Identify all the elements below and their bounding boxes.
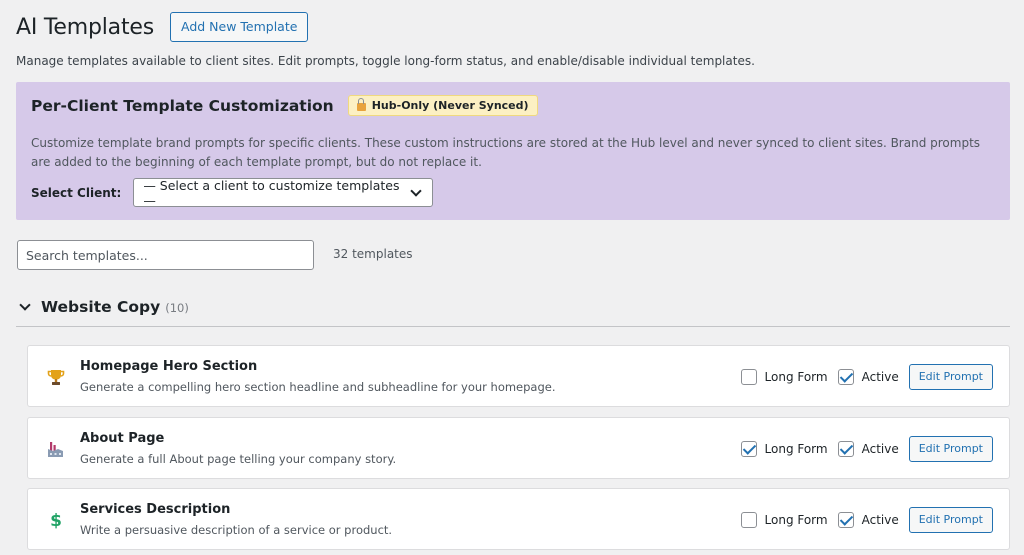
template-controls: Long Form Active Edit Prompt bbox=[740, 364, 993, 390]
trophy-icon bbox=[47, 370, 65, 385]
section-count: (10) bbox=[165, 301, 189, 315]
template-name: Services Description bbox=[80, 502, 231, 517]
page-header: AI Templates Add New Template bbox=[16, 12, 309, 42]
long-form-label: Long Form bbox=[764, 442, 828, 456]
template-controls: Long Form Active Edit Prompt bbox=[740, 436, 993, 462]
template-count: 32 templates bbox=[333, 247, 413, 261]
active-label: Active bbox=[861, 513, 899, 527]
add-new-template-button[interactable]: Add New Template bbox=[169, 12, 309, 42]
long-form-label: Long Form bbox=[764, 370, 828, 384]
template-card: $ Services Description Write a persuasiv… bbox=[27, 488, 1010, 550]
template-name: About Page bbox=[80, 431, 165, 446]
panel-description: Customize template brand prompts for spe… bbox=[31, 136, 981, 169]
template-card: Homepage Hero Section Generate a compell… bbox=[27, 345, 1010, 407]
lock-icon bbox=[356, 98, 366, 111]
client-select[interactable]: — Select a client to customize templates… bbox=[133, 177, 434, 208]
template-controls: Long Form Active Edit Prompt bbox=[740, 507, 993, 533]
long-form-label: Long Form bbox=[764, 513, 828, 527]
template-description: Generate a compelling hero section headl… bbox=[80, 380, 556, 394]
hub-only-badge: Hub-Only (Never Synced) bbox=[347, 95, 538, 116]
chevron-down-icon bbox=[19, 298, 31, 311]
client-select-row: Select Client: — Select a client to cust… bbox=[31, 177, 434, 208]
section-title: Website Copy bbox=[41, 298, 161, 316]
section-toggle-website-copy[interactable]: Website Copy (10) bbox=[18, 298, 189, 316]
template-description: Generate a full About page telling your … bbox=[80, 452, 397, 466]
factory-icon bbox=[48, 442, 63, 457]
template-card: About Page Generate a full About page te… bbox=[27, 417, 1010, 479]
hub-only-badge-label: Hub-Only (Never Synced) bbox=[371, 99, 529, 112]
edit-prompt-button[interactable]: Edit Prompt bbox=[908, 507, 993, 533]
dollar-icon: $ bbox=[50, 511, 62, 530]
page-subtitle: Manage templates available to client sit… bbox=[16, 54, 755, 68]
client-select-value: — Select a client to customize templates… bbox=[143, 177, 400, 208]
search-templates-input[interactable] bbox=[17, 240, 314, 270]
per-client-customization-panel: Per-Client Template Customization Hub-On… bbox=[16, 82, 1010, 220]
active-checkbox[interactable] bbox=[837, 369, 854, 385]
template-description: Write a persuasive description of a serv… bbox=[80, 523, 393, 537]
select-client-label: Select Client: bbox=[31, 185, 122, 200]
chevron-down-icon bbox=[410, 184, 422, 197]
long-form-checkbox[interactable] bbox=[740, 441, 757, 457]
template-name: Homepage Hero Section bbox=[80, 359, 258, 374]
active-label: Active bbox=[861, 370, 899, 384]
edit-prompt-button[interactable]: Edit Prompt bbox=[908, 436, 993, 462]
active-checkbox[interactable] bbox=[837, 512, 854, 528]
panel-title: Per-Client Template Customization bbox=[31, 96, 334, 115]
section-divider bbox=[16, 326, 1010, 327]
svg-text:$: $ bbox=[50, 511, 62, 530]
active-checkbox[interactable] bbox=[837, 441, 854, 457]
page-title: AI Templates bbox=[16, 14, 154, 40]
panel-title-row: Per-Client Template Customization Hub-On… bbox=[31, 95, 538, 116]
edit-prompt-button[interactable]: Edit Prompt bbox=[908, 364, 993, 390]
long-form-checkbox[interactable] bbox=[740, 512, 757, 528]
active-label: Active bbox=[861, 442, 899, 456]
long-form-checkbox[interactable] bbox=[740, 369, 757, 385]
